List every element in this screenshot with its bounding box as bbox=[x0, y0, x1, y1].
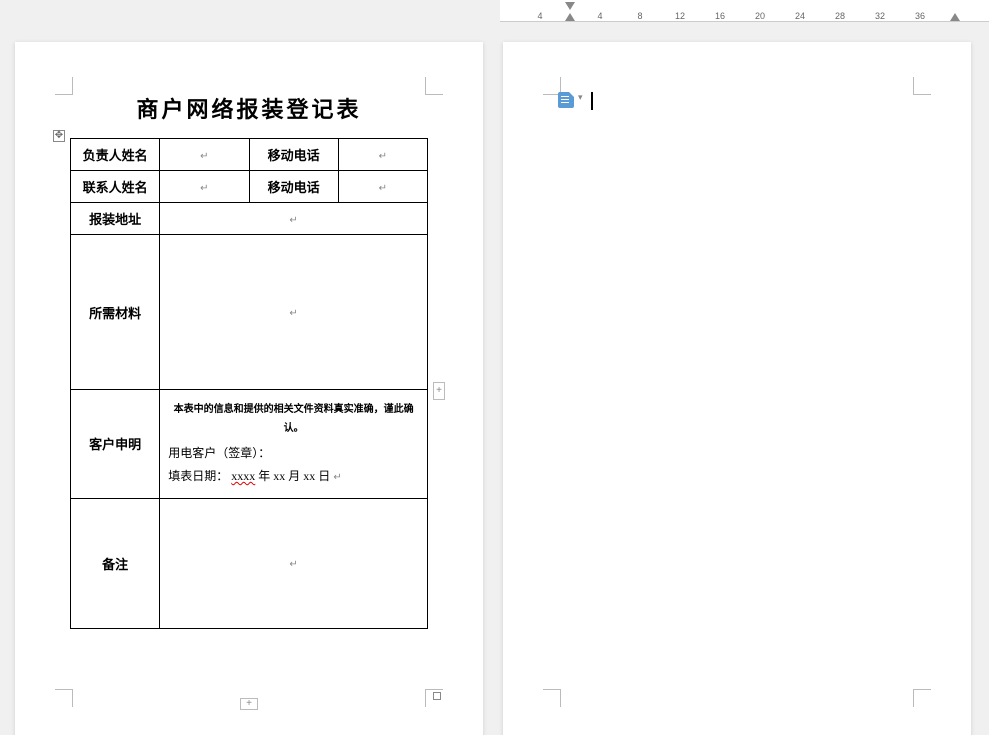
paragraph-mark-icon: ↵ bbox=[333, 472, 341, 483]
paragraph-mark-icon: ↵ bbox=[379, 151, 387, 162]
responsible-phone-label[interactable]: 移动电话 bbox=[249, 139, 338, 171]
paragraph-mark-icon: ↵ bbox=[200, 151, 208, 162]
table-row: 负责人姓名 ↵ 移动电话 ↵ bbox=[71, 139, 428, 171]
text-cursor-icon bbox=[591, 92, 593, 110]
ruler-tick: 24 bbox=[795, 11, 805, 21]
margin-corner-icon bbox=[425, 77, 443, 95]
declaration-notice: 本表中的信息和提供的相关文件资料真实准确，谨此确认。 bbox=[168, 400, 419, 438]
contact-name-label[interactable]: 联系人姓名 bbox=[71, 171, 160, 203]
responsible-name-label[interactable]: 负责人姓名 bbox=[71, 139, 160, 171]
declaration-signature-line: 用电客户（签章）： bbox=[168, 446, 270, 460]
date-year-placeholder: xxxx bbox=[231, 469, 255, 483]
table-row: 报装地址 ↵ bbox=[71, 203, 428, 235]
date-day-unit: 日 bbox=[318, 469, 330, 483]
ruler-tick: 8 bbox=[637, 11, 642, 21]
table-anchor-icon[interactable]: ✥ bbox=[53, 130, 65, 142]
ruler-tick: 12 bbox=[675, 11, 685, 21]
indent-marker-left-icon[interactable] bbox=[565, 11, 575, 21]
responsible-name-value[interactable]: ↵ bbox=[160, 139, 249, 171]
ruler-tick: 28 bbox=[835, 11, 845, 21]
dropdown-arrow-icon[interactable]: ▾ bbox=[578, 92, 583, 103]
contact-phone-value[interactable]: ↵ bbox=[338, 171, 427, 203]
document-workspace: 商户网络报装登记表 ✥ 负责人姓名 ↵ 移动电话 ↵ 联系人姓名 ↵ 移动电话 … bbox=[0, 22, 989, 735]
notes-label[interactable]: 备注 bbox=[71, 498, 160, 628]
declaration-content[interactable]: 本表中的信息和提供的相关文件资料真实准确，谨此确认。 用电客户（签章）： 填表日… bbox=[160, 390, 428, 499]
materials-label[interactable]: 所需材料 bbox=[71, 235, 160, 390]
table-row: 联系人姓名 ↵ 移动电话 ↵ bbox=[71, 171, 428, 203]
date-day-placeholder: xx bbox=[303, 469, 315, 483]
date-year-unit: 年 bbox=[258, 469, 270, 483]
declaration-date-prefix: 填表日期： bbox=[168, 469, 228, 483]
responsible-phone-value[interactable]: ↵ bbox=[338, 139, 427, 171]
margin-corner-icon bbox=[55, 77, 73, 95]
add-column-button[interactable]: + bbox=[433, 382, 445, 400]
registration-form-table[interactable]: 负责人姓名 ↵ 移动电话 ↵ 联系人姓名 ↵ 移动电话 ↵ 报装地址 ↵ 所需材… bbox=[70, 138, 428, 629]
horizontal-ruler: 4 4 8 12 16 20 24 28 32 36 44 bbox=[500, 0, 989, 22]
margin-corner-icon bbox=[913, 689, 931, 707]
ruler-tick: 20 bbox=[755, 11, 765, 21]
margin-corner-icon bbox=[913, 77, 931, 95]
ruler-tick: 16 bbox=[715, 11, 725, 21]
address-label[interactable]: 报装地址 bbox=[71, 203, 160, 235]
paragraph-mark-icon: ↵ bbox=[289, 215, 297, 226]
ruler-tick: 4 bbox=[597, 11, 602, 21]
ruler-tick: 36 bbox=[915, 11, 925, 21]
margin-corner-icon bbox=[543, 689, 561, 707]
ruler-tick: 32 bbox=[875, 11, 885, 21]
table-row: 客户申明 本表中的信息和提供的相关文件资料真实准确，谨此确认。 用电客户（签章）… bbox=[71, 390, 428, 499]
add-row-button[interactable]: + bbox=[240, 698, 258, 710]
paragraph-mark-icon: ↵ bbox=[379, 183, 387, 194]
notes-value[interactable]: ↵ bbox=[160, 498, 428, 628]
margin-corner-icon bbox=[55, 689, 73, 707]
ruler-tick: 4 bbox=[537, 11, 542, 21]
table-row: 备注 ↵ bbox=[71, 498, 428, 628]
date-month-unit: 月 bbox=[288, 469, 300, 483]
table-resize-handle-icon[interactable] bbox=[433, 692, 441, 700]
table-row: 所需材料 ↵ bbox=[71, 235, 428, 390]
paragraph-mark-icon: ↵ bbox=[289, 308, 297, 319]
document-title[interactable]: 商户网络报装登记表 bbox=[70, 92, 428, 124]
document-page-2[interactable]: ▾ bbox=[503, 42, 971, 735]
contact-name-value[interactable]: ↵ bbox=[160, 171, 249, 203]
paragraph-mark-icon: ↵ bbox=[289, 559, 297, 570]
contact-phone-label[interactable]: 移动电话 bbox=[249, 171, 338, 203]
content-control-icon[interactable] bbox=[558, 92, 574, 108]
date-month-placeholder: xx bbox=[273, 469, 285, 483]
paragraph-mark-icon: ↵ bbox=[200, 183, 208, 194]
page-content-area[interactable]: ▾ bbox=[558, 92, 916, 110]
address-value[interactable]: ↵ bbox=[160, 203, 428, 235]
document-page-1[interactable]: 商户网络报装登记表 ✥ 负责人姓名 ↵ 移动电话 ↵ 联系人姓名 ↵ 移动电话 … bbox=[15, 42, 483, 735]
materials-value[interactable]: ↵ bbox=[160, 235, 428, 390]
indent-marker-right-icon[interactable] bbox=[950, 11, 960, 21]
declaration-label[interactable]: 客户申明 bbox=[71, 390, 160, 499]
